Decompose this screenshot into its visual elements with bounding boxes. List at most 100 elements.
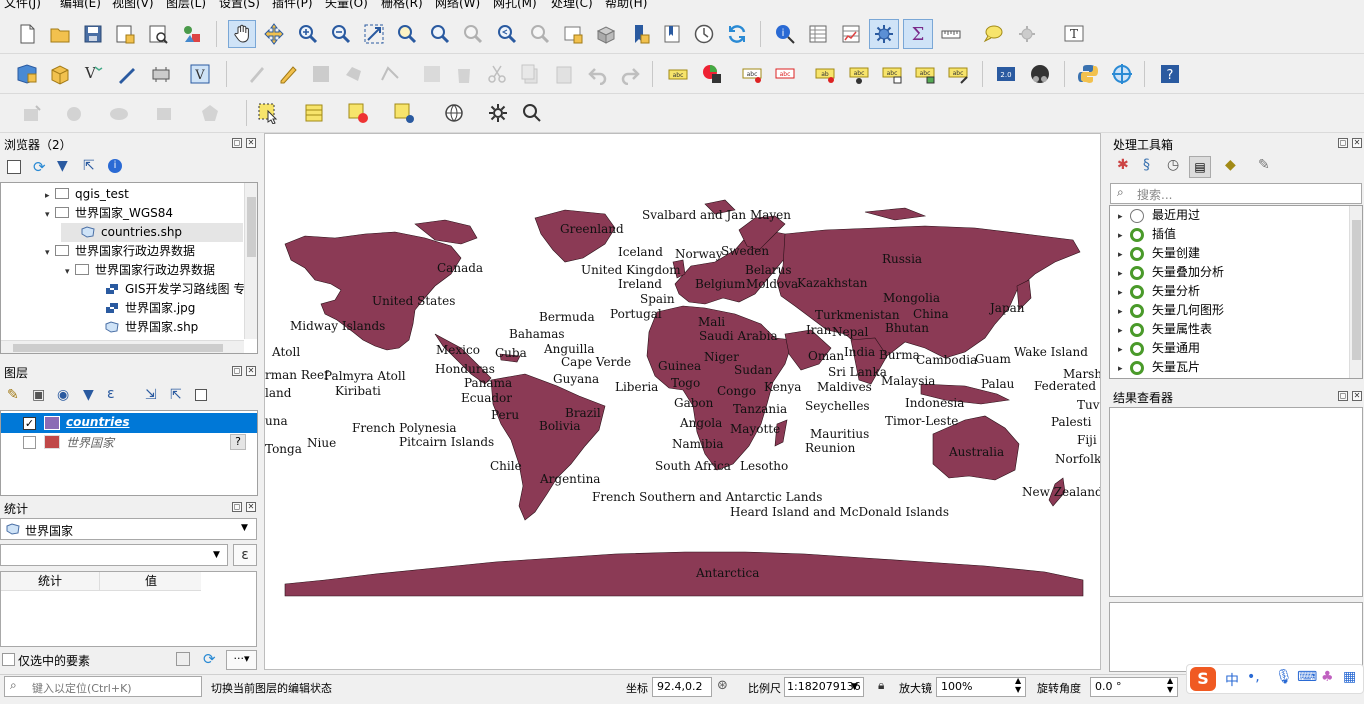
save-as-icon[interactable] [113,22,137,46]
browser-vscrollbar[interactable] [244,183,257,339]
zoom-to-layer-icon[interactable] [428,22,452,46]
magnifier-field[interactable]: 100% ▲ ▼ [936,677,1026,697]
stats-options-button[interactable]: ···▾ [226,650,257,670]
toolbox-item[interactable]: ▸ 插值 [1118,225,1176,244]
new-layer-icon[interactable] [115,62,139,86]
measure-line-icon[interactable] [939,22,963,46]
results-close-button[interactable]: ✕ [1352,391,1362,401]
zoom-in-icon[interactable] [296,22,320,46]
save-project-icon[interactable] [81,22,105,46]
show-hide-labels-icon[interactable]: ab [813,62,837,86]
locator-input[interactable]: ⌕ 键入以定位(Ctrl+K) [4,676,202,697]
current-edits-icon[interactable] [245,62,269,86]
move-label-icon[interactable]: abc [847,62,871,86]
map-canvas[interactable]: Svalbard and Jan Mayen Greenland Iceland… [264,133,1101,670]
zoom-next-icon[interactable] [528,22,552,46]
zoom-last-icon[interactable] [495,22,519,46]
toolbox-item[interactable]: ▸ 矢量几何图形 [1118,301,1224,320]
new-bookmark-icon[interactable] [628,22,652,46]
stats-col-stat[interactable]: 统计 [1,572,100,591]
coordinate-field[interactable]: 92.4,0.2 [652,677,712,697]
menu-edit[interactable]: 编辑(E) [60,0,101,10]
stats-close-button[interactable]: ✕ [246,502,256,512]
highlight-pinned-labels-icon[interactable]: abc [740,62,764,86]
select-location-icon[interactable] [392,101,416,125]
decoration-settings-icon[interactable] [1015,22,1039,46]
keyboard-icon[interactable]: ⌨ [1297,669,1317,685]
modify-attributes-icon[interactable] [420,62,444,86]
browser-close-button[interactable]: ✕ [246,138,256,148]
browser-item[interactable]: ▾ 世界国家行政边界数据 [65,261,215,280]
toggle-editing-icon[interactable] [276,62,300,86]
new-3d-view-icon[interactable] [594,22,618,46]
zoom-out-icon[interactable] [329,22,353,46]
manage-visibility-icon[interactable]: ◉ [57,387,69,403]
python-console-icon[interactable] [1076,62,1100,86]
spin-arrows-icon[interactable]: ▲ ▼ [1015,678,1021,694]
stats-field-select[interactable]: ▼ [0,544,228,566]
expression-button[interactable]: ε [233,544,257,566]
digitize-line-icon[interactable]: V [82,62,106,86]
browser-item[interactable]: ▾ 世界国家_WGS84 [45,204,173,223]
gps-tracking-icon[interactable] [1028,62,1052,86]
menu-plugins[interactable]: 插件(P) [272,0,313,10]
browser-item[interactable]: ▸ qgis_test [45,185,129,204]
toolbox-search-input[interactable]: ⌕ 搜索... [1110,183,1362,204]
lock-scale-icon[interactable]: 🔒︎ [878,678,884,693]
digitizing-circle-icon[interactable] [63,101,87,125]
zoom-full-icon[interactable] [362,22,386,46]
unavailable-layer-icon[interactable]: ? [230,434,246,450]
filter-browser-icon[interactable]: ▼ [57,158,68,174]
results-viewer-icon[interactable]: ▤ [1189,156,1211,178]
processing-toolbox-icon[interactable] [869,19,899,49]
sogou-logo-icon[interactable]: S [1190,667,1216,691]
menu-help[interactable]: 帮助(H) [605,0,647,10]
rotate-label-icon[interactable]: abc [880,62,904,86]
statistical-summary-icon[interactable]: Σ [903,19,933,49]
refresh-icon[interactable] [725,22,749,46]
menu-layer[interactable]: 图层(L) [166,0,206,10]
filter-expression-icon[interactable]: ε [107,386,115,402]
layers-close-button[interactable]: ✕ [246,366,256,376]
skin-icon[interactable]: ♣ [1321,669,1334,685]
history-icon[interactable]: ◷ [1167,157,1179,173]
toolbox-vscrollbar[interactable] [1349,206,1362,378]
new-map-view-icon[interactable] [561,22,585,46]
stats-layer-select[interactable]: 世界国家 ▼ [0,518,257,540]
refresh-browser-icon[interactable]: ⟳ [33,158,46,176]
virtual-layer-icon[interactable] [149,62,173,86]
menu-settings[interactable]: 设置(S) [219,0,260,10]
menu-view[interactable]: 视图(V) [112,0,154,10]
scale-field[interactable]: 1:182079136 ▼ [784,677,864,697]
menu-raster[interactable]: 栅格(R) [381,0,423,10]
layer-checkbox-world[interactable] [23,436,36,449]
digitizing-rectangle-icon[interactable] [153,101,177,125]
menu-vector[interactable]: 矢量(O) [325,0,368,10]
toggle-extents-icon[interactable]: ⊛ [717,678,728,693]
open-project-icon[interactable] [48,22,72,46]
zoom-to-selection-icon[interactable] [395,22,419,46]
menu-mesh[interactable]: 网孔(M) [493,0,537,10]
menu-web[interactable]: 网络(W) [435,0,480,10]
browser-item[interactable]: 世界国家.shp [85,318,198,337]
models-icon[interactable]: ✱ [1117,157,1129,173]
toolbox-item[interactable]: ▸ 矢量属性表 [1118,320,1212,339]
toolbox-grid-icon[interactable]: ▦ [1343,669,1356,685]
punctuation-icon[interactable]: •, [1247,669,1260,685]
select-features-icon[interactable] [256,101,280,125]
browser-item[interactable]: countries.shp [61,223,243,242]
pan-map-icon[interactable] [228,20,256,48]
metasearch-icon[interactable] [1110,62,1134,86]
save-edits-icon[interactable] [309,62,333,86]
layer-checkbox-countries[interactable]: ✓ [23,417,36,430]
undo-icon[interactable] [586,62,610,86]
add-group-icon[interactable]: ▣ [32,387,45,403]
new-project-icon[interactable] [15,22,39,46]
toolbox-item[interactable]: ▸ 矢量创建 [1118,244,1200,263]
copy-features-icon[interactable] [518,62,542,86]
paste-features-icon[interactable] [552,62,576,86]
digitizing-polygon-icon[interactable] [198,101,222,125]
print-layout-icon[interactable] [146,22,170,46]
options-wrench-icon[interactable]: ✎ [1258,157,1270,173]
collapse-layers-icon[interactable]: ⇱ [170,387,182,403]
